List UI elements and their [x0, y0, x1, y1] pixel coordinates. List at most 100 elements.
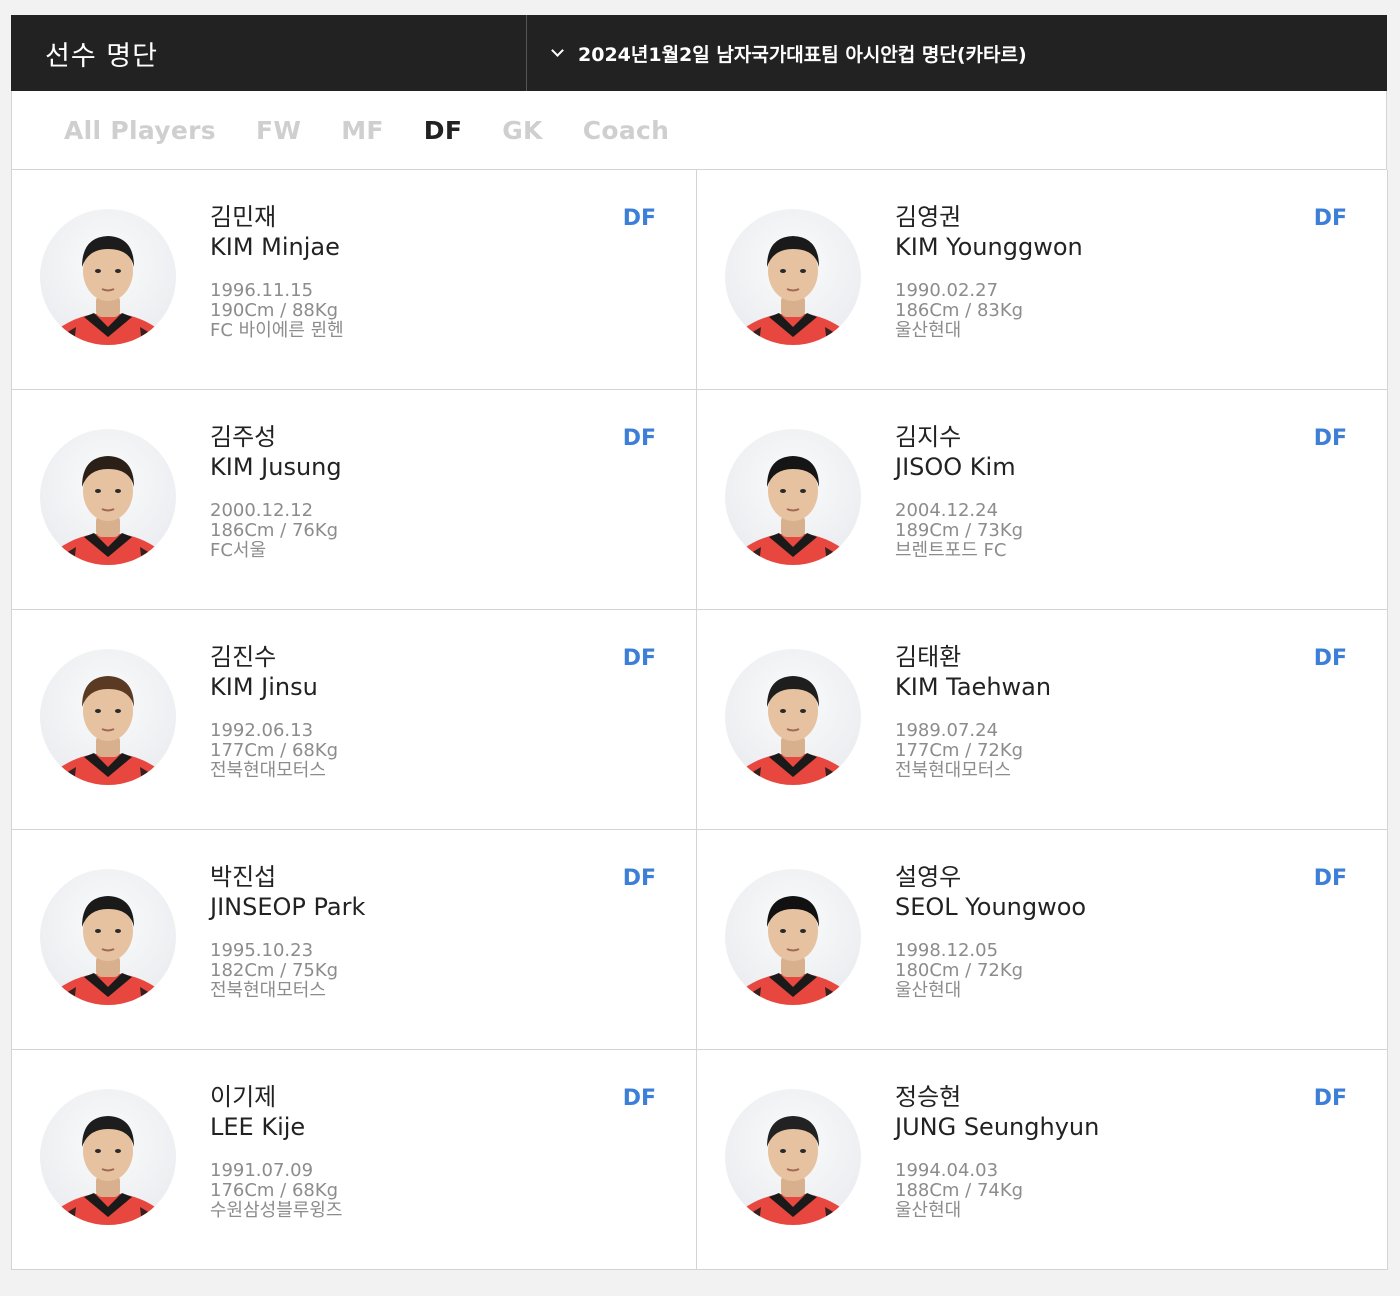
player-birthdate: 2004.12.24: [895, 500, 999, 521]
player-photo: [725, 649, 861, 785]
player-height-weight: 177Cm / 68Kg: [210, 740, 339, 761]
chevron-down-icon: [551, 43, 564, 57]
position-tabs: All Players FW MF DF GK Coach: [11, 91, 1387, 170]
player-photo: [725, 429, 861, 565]
player-card[interactable]: 이기제 LEE Kije 1991.07.09 176Cm / 68Kg 수원삼…: [12, 1050, 697, 1270]
player-english-name: JUNG Seunghyun: [895, 1113, 1100, 1141]
player-card[interactable]: 김영권 KIM Younggwon 1990.02.27 186Cm / 83K…: [697, 170, 1388, 390]
player-info: 김지수 JISOO Kim 2004.12.24 189Cm / 73Kg 브렌…: [895, 422, 1023, 561]
roster-page: 선수 명단 2024년1월2일 남자국가대표팀 아시안컵 명단(카타르) All…: [11, 15, 1388, 1270]
player-english-name: JINSEOP Park: [210, 893, 366, 921]
player-info: 김진수 KIM Jinsu 1992.06.13 177Cm / 68Kg 전북…: [210, 642, 338, 781]
player-card[interactable]: 설영우 SEOL Youngwoo 1998.12.05 180Cm / 72K…: [697, 830, 1388, 1050]
player-card[interactable]: 김태환 KIM Taehwan 1989.07.24 177Cm / 72Kg …: [697, 610, 1388, 830]
player-korean-name: 설영우: [895, 863, 962, 891]
player-birthdate: 1990.02.27: [895, 280, 999, 301]
tab-gk[interactable]: GK: [502, 116, 543, 145]
player-english-name: KIM Younggwon: [895, 233, 1083, 261]
player-photo: [40, 1089, 176, 1225]
player-meta: 1991.07.09 176Cm / 68Kg 수원삼성블루윙즈: [210, 1161, 342, 1221]
player-korean-name: 박진섭: [210, 863, 277, 891]
player-english-name: KIM Jusung: [210, 453, 342, 481]
player-card[interactable]: 김진수 KIM Jinsu 1992.06.13 177Cm / 68Kg 전북…: [12, 610, 697, 830]
player-photo: [40, 209, 176, 345]
tab-all-players[interactable]: All Players: [64, 116, 216, 145]
position-badge: DF: [1313, 866, 1347, 891]
position-badge: DF: [1313, 426, 1347, 451]
player-info: 박진섭 JINSEOP Park 1995.10.23 182Cm / 75Kg…: [210, 862, 365, 1001]
player-korean-name: 김태환: [895, 643, 962, 671]
player-birthdate: 1995.10.23: [210, 940, 314, 961]
roster-dropdown-label: 2024년1월2일 남자국가대표팀 아시안컵 명단(카타르): [578, 43, 1027, 66]
player-height-weight: 176Cm / 68Kg: [210, 1180, 339, 1201]
player-club: FC서울: [210, 540, 267, 561]
player-club: 수원삼성블루윙즈: [210, 1200, 343, 1221]
position-badge: DF: [1313, 1086, 1347, 1111]
position-badge: DF: [622, 1086, 656, 1111]
player-club: 브렌트포드 FC: [895, 540, 1007, 561]
roster-dropdown[interactable]: 2024년1월2일 남자국가대표팀 아시안컵 명단(카타르): [527, 15, 1387, 91]
player-club: 울산현대: [895, 980, 962, 1001]
player-height-weight: 177Cm / 72Kg: [895, 740, 1024, 761]
player-height-weight: 186Cm / 76Kg: [210, 520, 339, 541]
tab-df[interactable]: DF: [424, 116, 462, 145]
position-badge: DF: [1313, 646, 1347, 671]
player-photo: [725, 869, 861, 1005]
player-photo: [725, 1089, 861, 1225]
player-club: 전북현대모터스: [210, 760, 326, 781]
player-photo: [40, 649, 176, 785]
player-club: 전북현대모터스: [895, 760, 1011, 781]
player-birthdate: 1998.12.05: [895, 940, 999, 961]
player-height-weight: 182Cm / 75Kg: [210, 960, 339, 981]
position-badge: DF: [622, 646, 656, 671]
player-info: 설영우 SEOL Youngwoo 1998.12.05 180Cm / 72K…: [895, 862, 1086, 1001]
player-info: 김영권 KIM Younggwon 1990.02.27 186Cm / 83K…: [895, 202, 1083, 341]
player-meta: 1995.10.23 182Cm / 75Kg 전북현대모터스: [210, 941, 365, 1001]
player-english-name: KIM Minjae: [210, 233, 340, 261]
roster-header: 선수 명단 2024년1월2일 남자국가대표팀 아시안컵 명단(카타르): [11, 15, 1387, 91]
tab-coach[interactable]: Coach: [583, 116, 670, 145]
player-birthdate: 1989.07.24: [895, 720, 999, 741]
position-badge: DF: [622, 426, 656, 451]
player-height-weight: 186Cm / 83Kg: [895, 300, 1024, 321]
player-info: 김태환 KIM Taehwan 1989.07.24 177Cm / 72Kg …: [895, 642, 1051, 781]
player-grid: 김민재 KIM Minjae 1996.11.15 190Cm / 88Kg F…: [11, 170, 1388, 1270]
player-birthdate: 2000.12.12: [210, 500, 314, 521]
player-info: 정승현 JUNG Seunghyun 1994.04.03 188Cm / 74…: [895, 1082, 1099, 1221]
player-card[interactable]: 김민재 KIM Minjae 1996.11.15 190Cm / 88Kg F…: [12, 170, 697, 390]
player-birthdate: 1992.06.13: [210, 720, 314, 741]
position-badge: DF: [622, 866, 656, 891]
player-photo: [725, 209, 861, 345]
page-title: 선수 명단: [11, 15, 527, 91]
player-height-weight: 180Cm / 72Kg: [895, 960, 1024, 981]
player-english-name: KIM Taehwan: [895, 673, 1052, 701]
player-card[interactable]: 정승현 JUNG Seunghyun 1994.04.03 188Cm / 74…: [697, 1050, 1388, 1270]
player-english-name: JISOO Kim: [895, 453, 1016, 481]
player-english-name: LEE Kije: [210, 1113, 306, 1141]
player-height-weight: 190Cm / 88Kg: [210, 300, 339, 321]
player-meta: 2004.12.24 189Cm / 73Kg 브렌트포드 FC: [895, 501, 1023, 561]
player-card[interactable]: 박진섭 JINSEOP Park 1995.10.23 182Cm / 75Kg…: [12, 830, 697, 1050]
player-english-name: KIM Jinsu: [210, 673, 318, 701]
player-club: 울산현대: [895, 320, 962, 341]
tab-fw[interactable]: FW: [256, 116, 301, 145]
player-birthdate: 1991.07.09: [210, 1160, 314, 1181]
player-photo: [40, 869, 176, 1005]
player-meta: 1990.02.27 186Cm / 83Kg 울산현대: [895, 281, 1083, 341]
player-photo: [40, 429, 176, 565]
position-badge: DF: [622, 206, 656, 231]
player-birthdate: 1996.11.15: [210, 280, 314, 301]
player-card[interactable]: 김주성 KIM Jusung 2000.12.12 186Cm / 76Kg F…: [12, 390, 697, 610]
player-english-name: SEOL Youngwoo: [895, 893, 1087, 921]
player-card[interactable]: 김지수 JISOO Kim 2004.12.24 189Cm / 73Kg 브렌…: [697, 390, 1388, 610]
player-meta: 1998.12.05 180Cm / 72Kg 울산현대: [895, 941, 1086, 1001]
player-korean-name: 김진수: [210, 643, 277, 671]
player-height-weight: 189Cm / 73Kg: [895, 520, 1024, 541]
tab-mf[interactable]: MF: [341, 116, 384, 145]
player-club: 전북현대모터스: [210, 980, 326, 1001]
player-meta: 1996.11.15 190Cm / 88Kg FC 바이에른 뮌헨: [210, 281, 344, 341]
player-korean-name: 김영권: [895, 203, 962, 231]
player-info: 김주성 KIM Jusung 2000.12.12 186Cm / 76Kg F…: [210, 422, 342, 561]
player-meta: 1992.06.13 177Cm / 68Kg 전북현대모터스: [210, 721, 338, 781]
player-club: 울산현대: [895, 1200, 962, 1221]
